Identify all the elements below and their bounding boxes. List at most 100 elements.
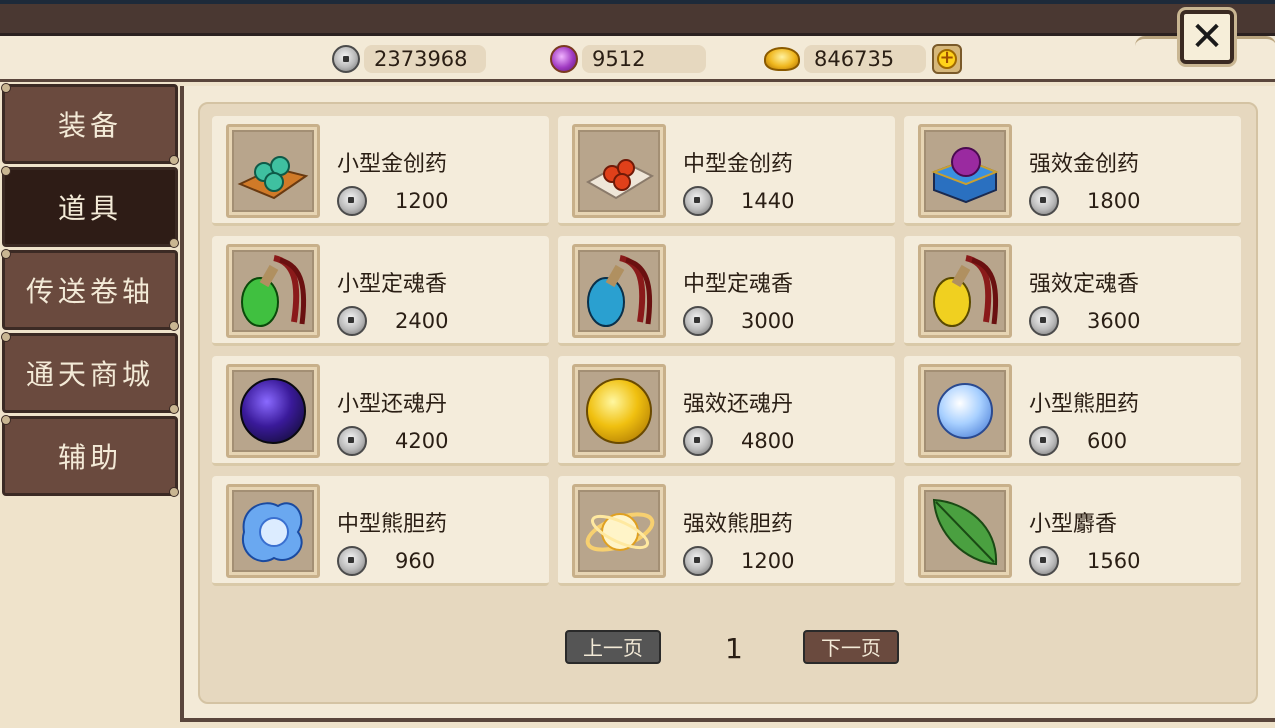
item-price: 4800	[683, 426, 794, 456]
silver-coin-icon	[683, 186, 713, 216]
shop-item[interactable]: 小型金创药 1200	[212, 116, 549, 226]
price-value: 1200	[395, 189, 449, 213]
add-gold-button[interactable]: +	[932, 44, 962, 74]
item-name: 小型还魂丹	[337, 392, 448, 417]
golden-orb-icon	[572, 364, 666, 458]
price-value: 1200	[741, 549, 795, 573]
shop-item[interactable]: 强效还魂丹 4800	[558, 356, 895, 466]
price-value: 1440	[741, 189, 795, 213]
light-blue-orb-icon	[918, 364, 1012, 458]
corner-ornament	[1135, 36, 1179, 48]
tab-label: 装备	[57, 109, 122, 142]
tab-auxiliary[interactable]: 辅助	[1, 415, 179, 497]
item-price: 3600	[1029, 306, 1140, 336]
silver-coin-icon	[337, 186, 367, 216]
silver-coin-icon	[1029, 546, 1059, 576]
silver-coin-icon	[337, 546, 367, 576]
shop-item[interactable]: 强效熊胆药 1200	[558, 476, 895, 586]
shop-item[interactable]: 小型定魂香 2400	[212, 236, 549, 346]
gem-currency: 9512	[550, 44, 706, 74]
item-name: 小型金创药	[337, 152, 448, 177]
close-icon: ✕	[1190, 14, 1224, 60]
pagination: 上一页 1 下一页	[565, 630, 905, 666]
price-value: 4800	[741, 429, 795, 453]
silver-coin-icon	[1029, 186, 1059, 216]
green-incense-pouch-icon	[226, 244, 320, 338]
next-page-button[interactable]: 下一页	[803, 630, 899, 664]
silver-coin-icon	[683, 306, 713, 336]
item-name: 中型金创药	[683, 152, 794, 177]
item-price: 1200	[683, 546, 794, 576]
price-value: 3000	[741, 309, 795, 333]
silver-coin-icon	[683, 546, 713, 576]
item-price: 1200	[337, 186, 448, 216]
gem-amount: 9512	[582, 45, 706, 73]
shop-item[interactable]: 强效定魂香 3600	[904, 236, 1241, 346]
green-pills-on-cloth-icon	[226, 124, 320, 218]
blue-water-orb-icon	[226, 484, 320, 578]
item-grid: 小型金创药 1200 中型金创药 1440 强效金创药 1800 小型定魂香 2…	[212, 116, 1242, 586]
silver-coin-icon	[1029, 426, 1059, 456]
silver-coin-icon	[337, 426, 367, 456]
tab-equipment[interactable]: 装备	[1, 83, 179, 165]
item-price: 600	[1029, 426, 1127, 456]
tab-label: 传送卷轴	[25, 275, 154, 308]
shop-item[interactable]: 强效金创药 1800	[904, 116, 1241, 226]
tab-mall[interactable]: 通天商城	[1, 332, 179, 414]
item-price: 1440	[683, 186, 794, 216]
shop-item[interactable]: 小型熊胆药 600	[904, 356, 1241, 466]
blue-incense-pouch-icon	[572, 244, 666, 338]
gold-currency: 846735 +	[764, 44, 962, 74]
item-name: 中型定魂香	[683, 272, 794, 297]
item-name: 强效金创药	[1029, 152, 1140, 177]
item-name: 小型熊胆药	[1029, 392, 1140, 417]
item-price: 3000	[683, 306, 794, 336]
item-name: 强效定魂香	[1029, 272, 1140, 297]
item-name: 强效还魂丹	[683, 392, 794, 417]
plus-icon: +	[937, 49, 957, 69]
shop-item[interactable]: 中型金创药 1440	[558, 116, 895, 226]
tab-label: 通天商城	[25, 358, 154, 391]
price-value: 3600	[1087, 309, 1141, 333]
item-price: 4200	[337, 426, 448, 456]
price-value: 4200	[395, 429, 449, 453]
gold-amount: 846735	[804, 45, 926, 73]
top-band	[0, 0, 1275, 36]
silver-coin-icon	[1029, 306, 1059, 336]
green-leaf-icon	[918, 484, 1012, 578]
close-button[interactable]: ✕	[1180, 10, 1234, 64]
shop-item[interactable]: 中型定魂香 3000	[558, 236, 895, 346]
price-value: 600	[1087, 429, 1128, 453]
price-value: 2400	[395, 309, 449, 333]
gold-ingot-icon	[764, 47, 800, 71]
purple-gem-box-icon	[918, 124, 1012, 218]
yellow-incense-pouch-icon	[918, 244, 1012, 338]
item-name: 强效熊胆药	[683, 512, 794, 537]
shop-item[interactable]: 中型熊胆药 960	[212, 476, 549, 586]
silver-coin-icon	[332, 45, 360, 73]
silver-amount: 2373968	[364, 45, 486, 73]
shop-item[interactable]: 小型麝香 1560	[904, 476, 1241, 586]
purple-gem-icon	[550, 45, 578, 73]
category-sidebar: 装备 道具 传送卷轴 通天商城 辅助	[1, 83, 180, 499]
golden-swirl-orb-icon	[572, 484, 666, 578]
price-value: 960	[395, 549, 436, 573]
item-price: 1800	[1029, 186, 1140, 216]
item-price: 960	[337, 546, 435, 576]
price-value: 1800	[1087, 189, 1141, 213]
silver-currency: 2373968	[332, 44, 486, 74]
item-name: 小型定魂香	[337, 272, 448, 297]
item-price: 1560	[1029, 546, 1140, 576]
silver-coin-icon	[683, 426, 713, 456]
tab-label: 辅助	[57, 441, 122, 474]
item-name: 小型麝香	[1029, 512, 1118, 537]
corner-ornament	[1232, 36, 1275, 48]
item-price: 2400	[337, 306, 448, 336]
prev-page-button[interactable]: 上一页	[565, 630, 661, 664]
shop-item[interactable]: 小型还魂丹 4200	[212, 356, 549, 466]
tab-items[interactable]: 道具	[1, 166, 179, 248]
tab-teleport-scrolls[interactable]: 传送卷轴	[1, 249, 179, 331]
tab-label: 道具	[57, 192, 122, 225]
red-pills-on-cloth-icon	[572, 124, 666, 218]
silver-coin-icon	[337, 306, 367, 336]
